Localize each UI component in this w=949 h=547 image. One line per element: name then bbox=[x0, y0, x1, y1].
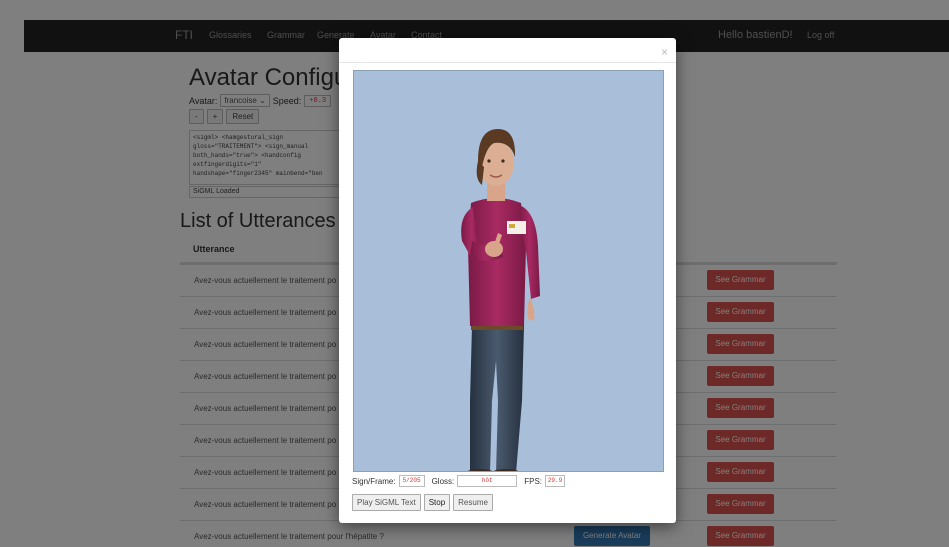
playback-info-row: Sign/Frame: 5/205 Gloss: hôt FPS: 29.9 bbox=[352, 475, 566, 487]
avatar-canvas[interactable] bbox=[353, 70, 664, 472]
play-sigml-button[interactable]: Play SiGML Text bbox=[352, 494, 421, 511]
modal-header-divider bbox=[339, 62, 676, 63]
fps-value: 29.9 bbox=[545, 475, 566, 487]
close-icon[interactable]: × bbox=[661, 45, 668, 59]
sign-frame-value: 5/205 bbox=[398, 475, 425, 487]
playback-controls: Play SiGML Text Stop Resume bbox=[352, 494, 493, 511]
gloss-value: hôt bbox=[457, 475, 518, 487]
sign-frame-label: Sign/Frame: bbox=[352, 476, 396, 486]
resume-button[interactable]: Resume bbox=[453, 494, 493, 511]
avatar-modal: × Sign/Frame: 5/205 Gloss: hôt FPS: 29.9… bbox=[339, 38, 676, 523]
stop-button[interactable]: Stop bbox=[423, 494, 451, 511]
fps-label: FPS: bbox=[524, 476, 543, 486]
gloss-label: Gloss: bbox=[431, 476, 455, 486]
signing-avatar-figure bbox=[461, 129, 540, 471]
